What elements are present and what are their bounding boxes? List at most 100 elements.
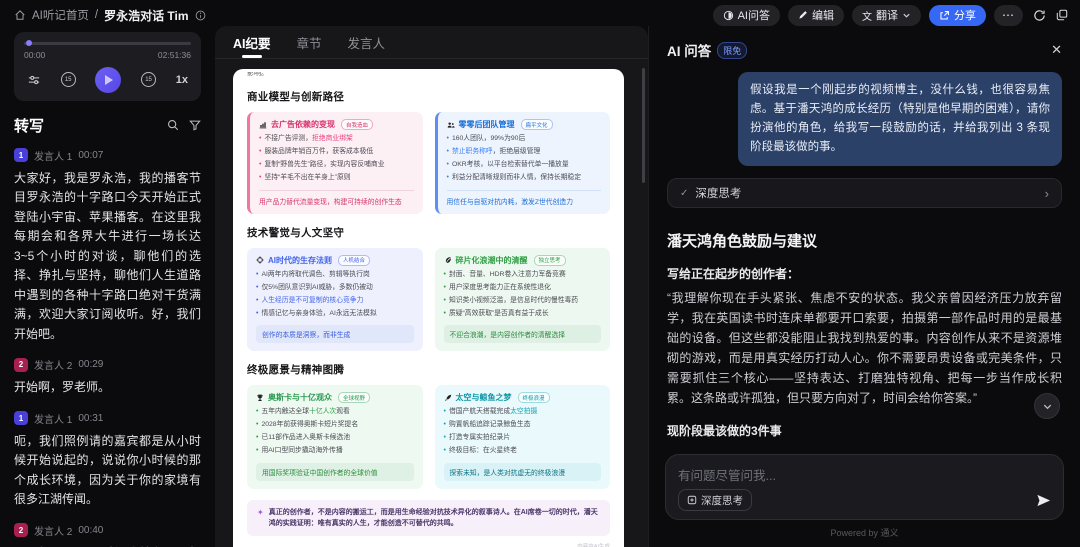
qa-chat-area[interactable]: 假设我是一个刚起步的视频博主，没什么钱，也很容易焦虑。基于潘天鸿的成长经历（特别… — [649, 68, 1080, 446]
card-bullet: •知识类小视频泛滥，是信息时代的慢性毒药 — [444, 296, 602, 307]
ai-qa-icon — [723, 10, 734, 21]
ai-qa-button[interactable]: AI问答 — [713, 5, 780, 26]
timestamp[interactable]: 00:31 — [78, 413, 103, 424]
card-bullet: •终极目标：在火星终老 — [444, 446, 602, 457]
transcript-text[interactable]: 开始啊，罗老师。 — [14, 378, 201, 398]
forward-15-button[interactable]: 15 — [141, 72, 156, 87]
progress-knob[interactable] — [26, 40, 32, 46]
more-button[interactable]: ⋯ — [994, 5, 1023, 26]
answer-heading: 潘天鸿角色鼓励与建议 — [667, 230, 1062, 251]
speaker-badge: 1 — [14, 411, 28, 425]
bullet-dot-icon: • — [444, 270, 446, 281]
tune-icon[interactable] — [27, 74, 41, 86]
edit-button[interactable]: 编辑 — [788, 5, 844, 26]
timestamp[interactable]: 00:40 — [78, 525, 103, 536]
close-icon[interactable]: ✕ — [1051, 42, 1062, 58]
refresh-icon[interactable] — [1033, 9, 1046, 22]
speaker-badge: 2 — [14, 358, 28, 372]
card-title: 零零后团队管理 — [459, 119, 515, 130]
tab-chapters[interactable]: 章节 — [297, 26, 322, 58]
send-button[interactable] — [1036, 493, 1051, 508]
play-button[interactable] — [95, 67, 121, 93]
bullet-dot-icon: • — [444, 283, 446, 294]
bullet-dot-icon: • — [444, 420, 446, 431]
rewind-15-button[interactable]: 15 — [61, 72, 76, 87]
transcript-text[interactable]: 呃，我们照例请的嘉宾都是从小时候开始说起的，说说你小时候的那个成长环境，因为关于… — [14, 432, 201, 510]
bullet-dot-icon: • — [444, 433, 446, 444]
transcript-entry[interactable]: 1 发言人 1 00:07 大家好，我是罗永浩，我的播客节目罗永浩的十字路口今天… — [14, 148, 201, 345]
card-footer: 用产品力替代流量变现，构建可持续的创作生态 — [259, 190, 414, 206]
card-bullet: •质疑“高效获取”是否真有益于成长 — [444, 309, 602, 320]
question-input[interactable]: 有问题尽管问我... 深度思考 — [665, 454, 1064, 520]
tab-speakers[interactable]: 发言人 — [348, 26, 386, 58]
bullet-dot-icon: • — [444, 309, 446, 320]
card-title: AI时代的生存法则 — [268, 255, 332, 266]
trophy-icon — [256, 394, 264, 402]
transcript-title: 转写 — [14, 115, 44, 136]
card-badge: 自我造血 — [341, 119, 373, 130]
translate-button[interactable]: 文翻译 — [852, 5, 921, 26]
bullet-dot-icon: • — [256, 420, 258, 431]
breadcrumb-home[interactable]: AI听记首页 — [32, 7, 89, 23]
windows-icon[interactable] — [1056, 9, 1068, 21]
bullet-dot-icon: • — [444, 446, 446, 457]
summary-section: 终极愿景与精神图腾 奥斯卡与十亿观众 全球视野 •五年内触达全球十亿人次观看•2… — [247, 362, 610, 489]
scrollbar-thumb[interactable] — [642, 68, 645, 183]
section-heading: 商业模型与创新路径 — [247, 89, 610, 104]
share-button[interactable]: 分享 — [929, 5, 986, 26]
speaker-name: 发言人 1 — [34, 148, 72, 163]
timestamp[interactable]: 00:29 — [78, 359, 103, 370]
speed-button[interactable]: 1x — [176, 74, 188, 86]
card-bullet: •用户深度思考能力正在系统性退化 — [444, 283, 602, 294]
timestamp[interactable]: 00:07 — [78, 150, 103, 161]
card-bullet: •打造专属实拍纪录片 — [444, 433, 602, 444]
transcript-entry[interactable]: 1 发言人 1 00:31 呃，我们照例请的嘉宾都是从小时候开始说起的，说说你小… — [14, 411, 201, 510]
transcript-text[interactable]: 大家好，我是罗永浩，我的播客节目罗永浩的十字路口今天开始正式登陆小宇宙、苹果播客… — [14, 169, 201, 345]
card-bullet-list: •不接广告评测，拒绝商业绑架•服装品牌年销百万件，获客成本极低•复制“野兽先生”… — [259, 134, 414, 184]
chevron-down-icon — [902, 11, 911, 20]
deep-think-toggle[interactable]: ✓ 深度思考 › — [667, 178, 1062, 208]
summary-sections: 商业模型与创新路径 去广告依赖的变现 自我造血 •不接广告评测，拒绝商业绑架•服… — [247, 89, 610, 489]
app-root: AI听记首页 / 罗永浩对话 Tim AI问答 编辑 文翻译 分享 ⋯ 00:0… — [0, 0, 1080, 547]
summary-document[interactable]: 影响。 商业模型与创新路径 去广告依赖的变现 自我造血 •不接广告评测，拒绝商业… — [215, 59, 648, 547]
tab-ai-summary[interactable]: AI纪要 — [233, 26, 271, 58]
summary-topic-card: AI时代的生存法则 人机结合 •AI两年内将取代调色、剪辑等执行岗•仅5%团队意… — [247, 248, 423, 352]
qa-panel-title: AI 问答 — [667, 40, 711, 60]
summary-topic-card: 太空与鲸鱼之梦 终极浪漫 •借国产航天搭载完成太空拍摄•购置帆船追踪记录鲸鱼生态… — [435, 385, 611, 489]
qa-input-area: 有问题尽管问我... 深度思考 Powered by 通义 — [649, 446, 1080, 547]
info-icon[interactable] — [195, 10, 206, 21]
transcript-entry[interactable]: 2 发言人 2 00:29 开始啊，罗老师。 — [14, 357, 201, 398]
home-icon[interactable] — [14, 9, 26, 21]
card-badge: 全球视野 — [338, 392, 370, 403]
answer-intro-label: 写给正在起步的创作者： — [667, 265, 1062, 282]
card-bullet: •购置帆船追踪记录鲸鱼生态 — [444, 420, 602, 431]
card-bullet: •不接广告评测，拒绝商业绑架 — [259, 134, 414, 145]
user-message: 假设我是一个刚起步的视频博主，没什么钱，也很容易焦虑。基于潘天鸿的成长经历（特别… — [738, 72, 1062, 166]
translate-icon: 文 — [862, 8, 872, 23]
more-icon: ⋯ — [1002, 8, 1015, 22]
bullet-dot-icon: • — [444, 296, 446, 307]
card-title: 碎片化浪潮中的清醒 — [456, 255, 528, 266]
transcript-list[interactable]: 1 发言人 1 00:07 大家好，我是罗永浩，我的播客节目罗永浩的十字路口今天… — [14, 148, 201, 547]
card-bullet: •禁止职务称呼，拒绝层级管理 — [447, 147, 602, 158]
deep-think-chip[interactable]: 深度思考 — [678, 489, 752, 511]
bullet-dot-icon: • — [259, 173, 261, 184]
transcript-entry[interactable]: 2 发言人 2 00:40 嗯，好，呃，小时候我就在一个相对标准的一个家庭里面长… — [14, 523, 201, 547]
card-bullet: •服装品牌年销百万件，获客成本极低 — [259, 147, 414, 158]
free-badge: 限免 — [717, 42, 747, 59]
search-icon[interactable] — [167, 119, 179, 131]
bullet-dot-icon: • — [447, 173, 449, 184]
bullet-dot-icon: • — [256, 270, 258, 281]
progress-bar[interactable] — [24, 42, 191, 45]
cpu-icon — [256, 256, 264, 264]
topbar-actions: AI问答 编辑 文翻译 分享 ⋯ — [713, 5, 1068, 26]
scroll-down-button[interactable] — [1034, 393, 1060, 419]
filter-icon[interactable] — [189, 119, 201, 131]
bullet-dot-icon: • — [447, 160, 449, 171]
card-bullet: •OKR考核，以平台检索替代单一播放量 — [447, 160, 602, 171]
powered-by: Powered by 通义 — [665, 520, 1064, 545]
transcript-text[interactable]: 嗯，好，呃，小时候我就在一个相对标准的一个家庭里面长大吧。 — [14, 544, 201, 547]
card-title: 太空与鲸鱼之梦 — [456, 392, 512, 403]
card-badge: 人机结合 — [338, 255, 370, 266]
qa-panel-header: AI 问答 限免 ✕ — [649, 26, 1080, 68]
